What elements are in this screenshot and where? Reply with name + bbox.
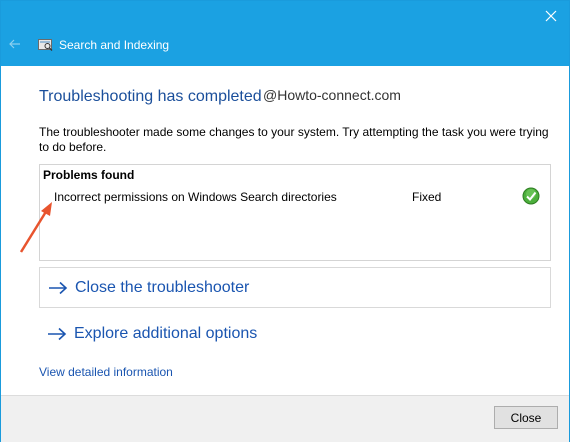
nav-row: Search and Indexing — [1, 34, 401, 58]
close-button[interactable]: Close — [494, 406, 558, 429]
right-arrow-icon — [48, 327, 67, 341]
right-arrow-icon — [49, 281, 68, 295]
explore-options-label: Explore additional options — [74, 325, 258, 342]
problem-status: Fixed — [412, 190, 442, 204]
footer-bar: Close — [1, 395, 569, 442]
back-arrow-icon[interactable] — [7, 36, 23, 52]
title-bar: Search and Indexing — [1, 1, 569, 66]
problems-found-panel: Problems found Incorrect permissions on … — [39, 164, 551, 261]
result-description: The troubleshooter made some changes to … — [39, 125, 549, 154]
view-detailed-information-link[interactable]: View detailed information — [39, 365, 173, 379]
close-troubleshooter-link[interactable]: Close the troubleshooter — [48, 279, 249, 297]
window-title: Search and Indexing — [59, 38, 170, 52]
explore-options-link[interactable]: Explore additional options — [47, 325, 257, 343]
problem-description: Incorrect permissions on Windows Search … — [54, 190, 337, 204]
problems-header: Problems found — [43, 168, 135, 182]
annotation-arrow — [19, 202, 52, 253]
page-heading: Troubleshooting has completed — [39, 88, 262, 105]
troubleshooter-window: Search and Indexing Troubleshooting has … — [0, 0, 570, 442]
close-troubleshooter-box: Close the troubleshooter — [39, 267, 551, 308]
search-indexing-icon — [38, 39, 53, 51]
problem-row: Incorrect permissions on Windows Search … — [40, 187, 550, 207]
watermark-text: @Howto-connect.com — [263, 87, 401, 103]
green-check-icon — [522, 187, 540, 205]
close-troubleshooter-label: Close the troubleshooter — [75, 279, 250, 296]
close-icon[interactable] — [541, 6, 561, 26]
